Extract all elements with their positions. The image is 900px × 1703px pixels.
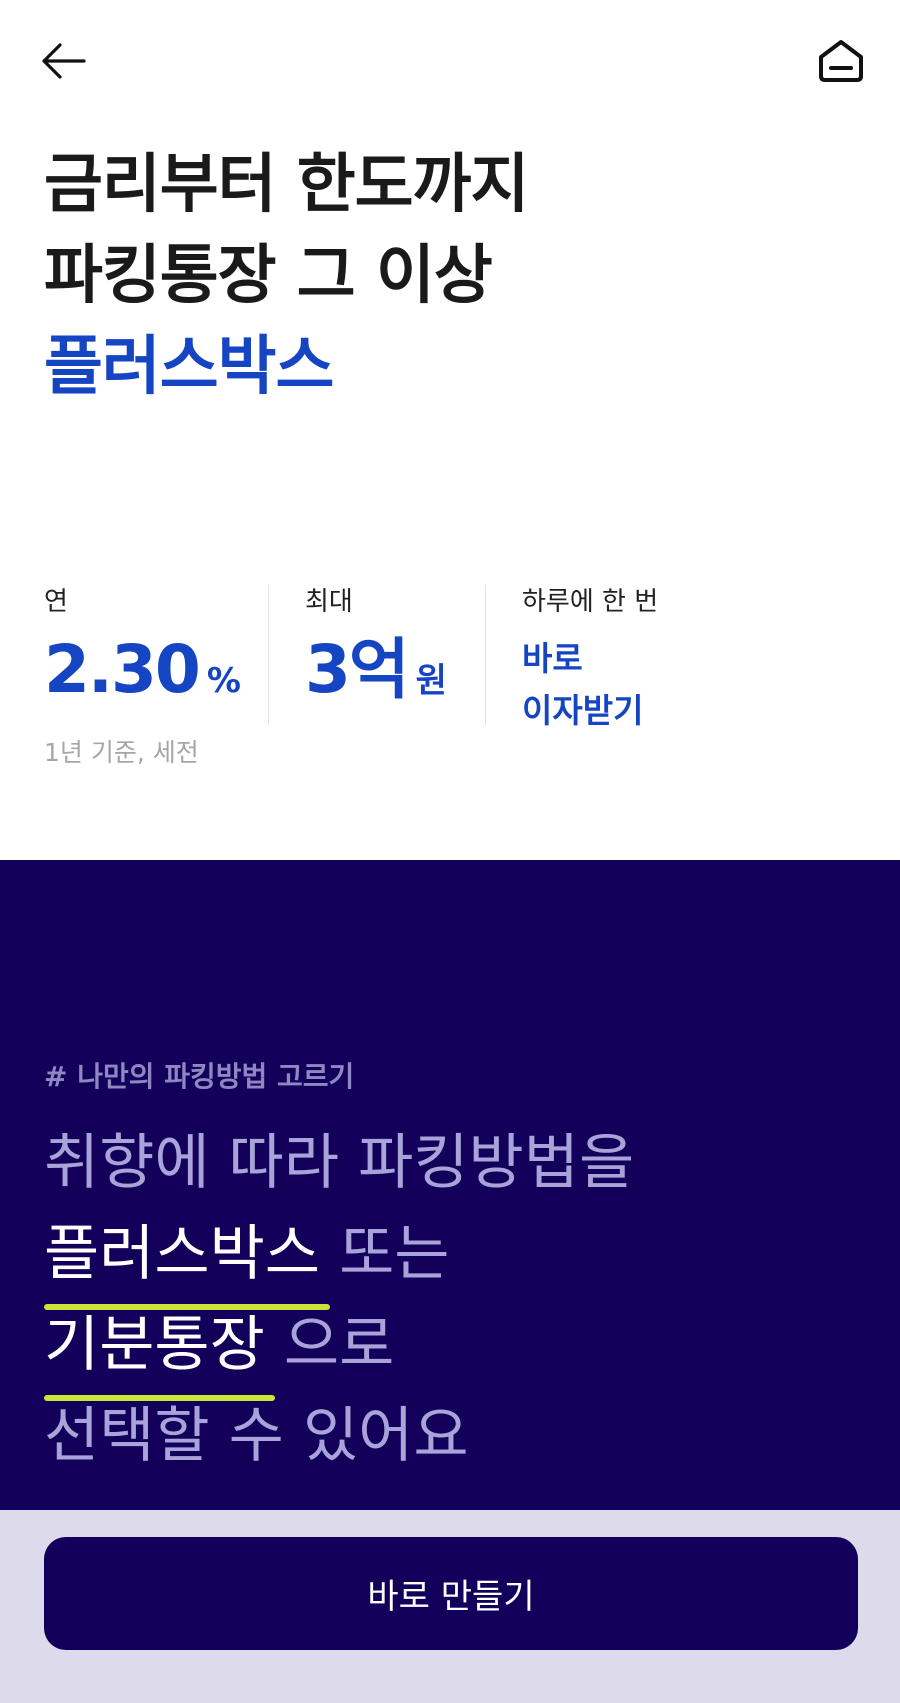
page-title: 금리부터 한도까지 파킹통장 그 이상 플러스박스 (44, 140, 529, 413)
create-now-button[interactable]: 바로 만들기 (44, 1537, 858, 1650)
limit-number: 3억 (305, 631, 410, 708)
rate-unit: % (206, 661, 241, 701)
stat-limit: 최대 3억 원 (305, 585, 447, 725)
section-hashtag: # 나만의 파킹방법 고르기 (44, 1060, 355, 1093)
connector-or: 또는 (339, 1219, 450, 1289)
description-line-3: 기분통장 으로 (44, 1300, 634, 1401)
section-description: 취향에 따라 파킹방법을 플러스박스 또는 기분통장 으로 선택할 수 있어요 (44, 1118, 634, 1482)
stat-interest-value: 바로 이자받기 (522, 633, 658, 737)
option-mood-account: 기분통장 (44, 1300, 275, 1401)
product-intro-section: 금리부터 한도까지 파킹통장 그 이상 플러스박스 연 2.30% 1년 기준,… (0, 0, 900, 860)
stat-interest-label: 하루에 한 번 (522, 587, 659, 617)
arrow-left-icon (42, 43, 86, 79)
home-icon (819, 40, 863, 82)
description-line-1: 취향에 따라 파킹방법을 (44, 1128, 635, 1198)
interest-line-1: 바로 (522, 639, 583, 678)
stat-divider (485, 585, 486, 725)
headline-line-2: 파킹통장 그 이상 (44, 239, 493, 313)
stat-rate: 연 2.30% (44, 585, 241, 725)
stat-divider (268, 585, 269, 725)
stat-limit-value: 3억 원 (305, 637, 447, 703)
headline-line-1: 금리부터 한도까지 (44, 148, 529, 222)
bottom-action-bar: 바로 만들기 (0, 1510, 900, 1703)
stat-limit-label: 최대 (305, 587, 353, 617)
stat-interest: 하루에 한 번 바로 이자받기 (522, 585, 659, 730)
description-line-2: 플러스박스 또는 (44, 1209, 634, 1310)
parking-method-section: # 나만의 파킹방법 고르기 취향에 따라 파킹방법을 플러스박스 또는 기분통… (0, 860, 900, 1510)
description-line-4: 선택할 수 있어요 (44, 1401, 469, 1471)
option-plusbox: 플러스박스 (44, 1209, 330, 1310)
back-button[interactable] (36, 34, 90, 88)
stat-rate-note: 1년 기준, 세전 (44, 738, 199, 767)
connector-with: 으로 (283, 1310, 395, 1380)
stat-rate-label: 연 (44, 587, 68, 617)
limit-unit: 원 (415, 661, 447, 701)
interest-line-2: 이자받기 (522, 691, 644, 730)
home-button[interactable] (812, 32, 870, 90)
stat-rate-value: 2.30% (44, 637, 241, 703)
rate-number: 2.30 (44, 631, 201, 708)
headline-product-name: 플러스박스 (44, 330, 334, 404)
product-stats: 연 2.30% 1년 기준, 세전 최대 3억 원 하루에 한 번 바로 이자받기 (0, 585, 900, 785)
